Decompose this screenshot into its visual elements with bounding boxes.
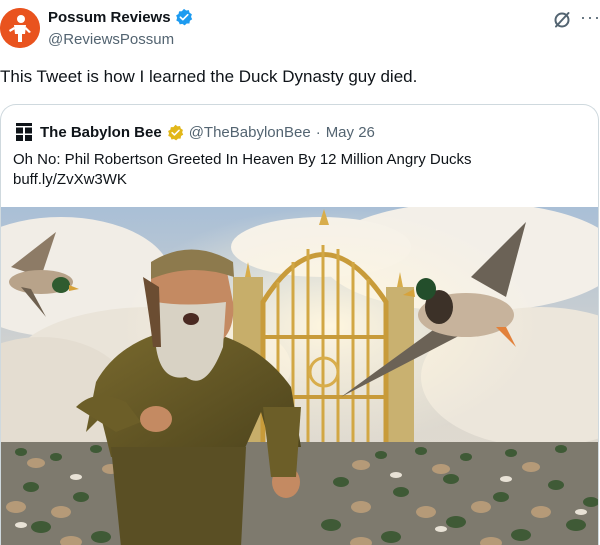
quoted-tweet-date[interactable]: May 26 — [326, 124, 375, 141]
avatar[interactable] — [0, 8, 40, 48]
author-name-row: Possum Reviews — [48, 8, 193, 26]
quoted-tweet-link[interactable]: buff.ly/ZvXw3WK — [13, 170, 583, 190]
quoted-tweet-card[interactable]: The Babylon Bee @TheBabylonBee · May 26 … — [0, 104, 599, 545]
separator-dot: · — [315, 123, 321, 141]
author-handle[interactable]: @ReviewsPossum — [48, 31, 174, 48]
babylon-bee-logo-icon[interactable] — [13, 121, 35, 143]
gold-verified-badge-icon — [167, 124, 183, 140]
tweet-header: Possum Reviews @ReviewsPossum ··· — [0, 0, 600, 60]
quoted-author-handle[interactable]: @TheBabylonBee — [189, 124, 311, 141]
quoted-tweet-headline: Oh No: Phil Robertson Greeted In Heaven … — [13, 151, 472, 168]
author-display-name[interactable]: Possum Reviews — [48, 9, 171, 26]
more-options-icon[interactable]: ··· — [580, 8, 600, 26]
tweet-text: This Tweet is how I learned the Duck Dyn… — [0, 67, 418, 86]
verified-badge-icon — [175, 8, 192, 26]
quoted-author-display-name[interactable]: The Babylon Bee — [40, 124, 162, 141]
quoted-tweet-text: Oh No: Phil Robertson Greeted In Heaven … — [13, 150, 583, 190]
quoted-tweet-image[interactable] — [1, 207, 599, 545]
grok-icon[interactable] — [552, 10, 572, 30]
quoted-tweet-header: The Babylon Bee @TheBabylonBee · May 26 — [13, 121, 375, 143]
